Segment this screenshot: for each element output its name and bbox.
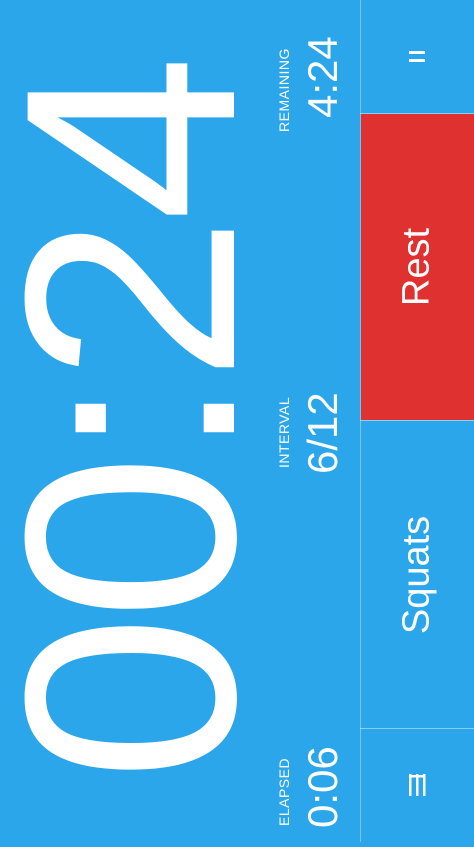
interval-stat: INTERVAL (276, 397, 292, 468)
exercise-button[interactable]: Squats (361, 421, 474, 728)
phase-label: Rest (395, 227, 438, 307)
elapsed-value-wrap: 0:06 (299, 746, 346, 828)
phase-button[interactable]: Rest (361, 114, 474, 420)
elapsed-stat: ELAPSED (276, 758, 292, 826)
pause-button[interactable] (361, 0, 474, 113)
elapsed-label: ELAPSED (276, 757, 292, 826)
exercise-label: Squats (395, 515, 438, 635)
menu-button[interactable] (361, 729, 474, 842)
pause-icon (409, 51, 425, 62)
remaining-value-wrap: 4:24 (299, 36, 346, 118)
menu-icon (409, 774, 426, 796)
remaining-label: REMAINING (276, 48, 292, 132)
elapsed-value: 0:06 (299, 746, 346, 828)
interval-value-wrap: 6/12 (299, 392, 346, 474)
timer-display: 00:24 (0, 60, 298, 782)
remaining-stat: REMAINING (276, 48, 292, 132)
interval-value: 6/12 (299, 392, 346, 474)
interval-label: INTERVAL (276, 396, 292, 468)
main-timer: 00:24 (0, 0, 298, 842)
remaining-value: 4:24 (299, 36, 346, 118)
